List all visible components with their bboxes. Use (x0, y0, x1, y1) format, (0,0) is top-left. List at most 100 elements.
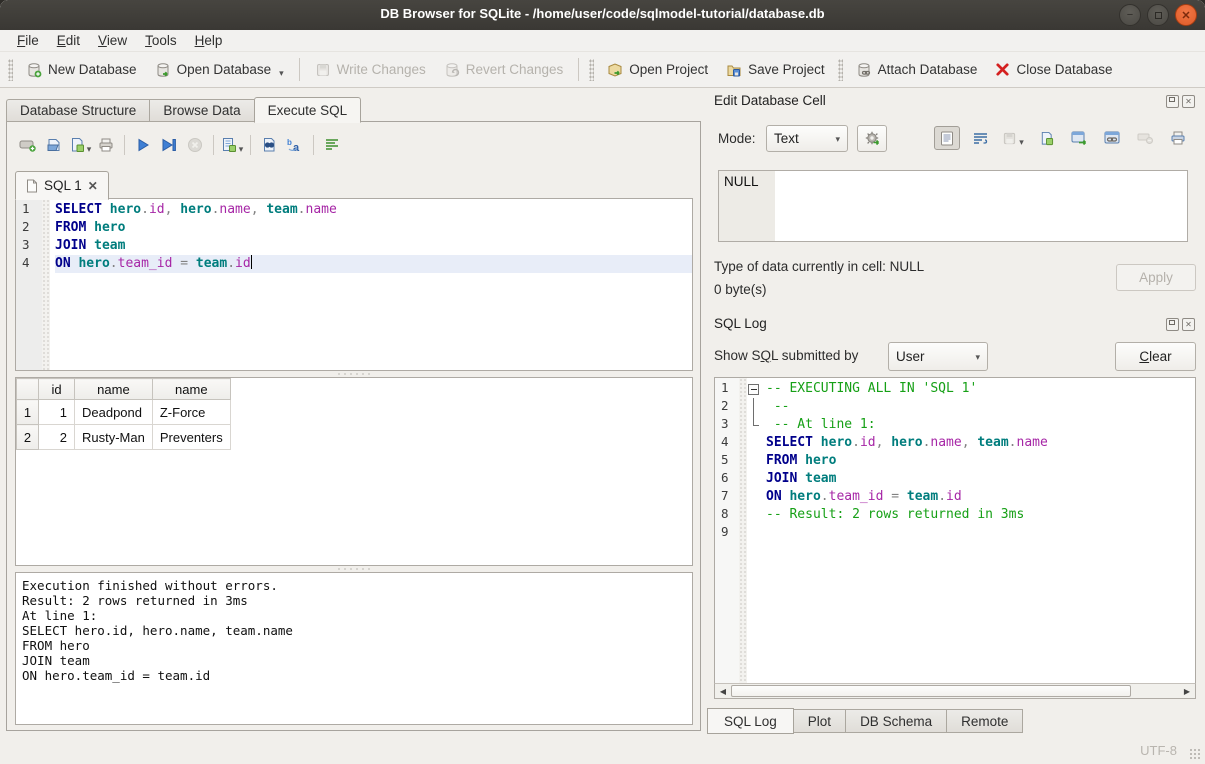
attach-database-button[interactable]: Attach Database (847, 58, 987, 82)
save-results-button[interactable]: ▾ (219, 133, 245, 157)
sql-log-filter-combobox[interactable]: User ▾ (888, 342, 988, 371)
open-database-dropdown-icon[interactable]: ▾ (279, 68, 284, 79)
find-button[interactable] (256, 133, 282, 157)
toolbar-grip[interactable] (838, 59, 843, 81)
tab-remote[interactable]: Remote (947, 709, 1023, 733)
open-database-button[interactable]: Open Database ▾ (146, 58, 293, 82)
menu-view[interactable]: View (89, 30, 136, 52)
word-wrap-button[interactable] (319, 133, 345, 157)
results-table[interactable]: idnamename11DeadpondZ-Force22Rusty-ManPr… (15, 377, 693, 566)
export-data-button[interactable] (1066, 126, 1092, 150)
minimize-icon: − (1127, 9, 1133, 21)
cell-value-editor[interactable]: NULL (718, 170, 1188, 242)
tab-execute-sql[interactable]: Execute SQL (254, 97, 362, 123)
tab-plot[interactable]: Plot (794, 709, 846, 733)
import-data-button[interactable] (1033, 126, 1059, 150)
log-fold-margin[interactable] (747, 378, 761, 697)
sql-editor[interactable]: 1234 SELECT hero.id, hero.name, team.nam… (15, 198, 693, 371)
float-panel-button[interactable] (1166, 318, 1179, 331)
log-line-numbers: 123456789 (715, 378, 739, 697)
save-project-button[interactable]: Save Project (717, 58, 834, 82)
close-icon: ✕ (1185, 320, 1192, 329)
scroll-left-arrow-icon[interactable]: ◀ (715, 684, 731, 698)
open-sql-file-button[interactable] (41, 133, 67, 157)
result-cell[interactable]: Preventers (152, 425, 230, 450)
close-panel-button[interactable]: ✕ (1182, 318, 1195, 331)
new-database-button[interactable]: New Database (17, 58, 146, 82)
close-button[interactable]: ✕ (1175, 4, 1197, 26)
print-icon (1170, 130, 1186, 146)
menu-help[interactable]: Help (186, 30, 232, 52)
toolbar-grip[interactable] (589, 59, 594, 81)
sql-log-dock-buttons: ✕ (1166, 318, 1195, 331)
svg-text:b: b (287, 138, 292, 147)
tab-database-structure[interactable]: Database Structure (6, 99, 149, 122)
print-sql-button[interactable] (93, 133, 119, 157)
result-cell[interactable]: 1 (39, 400, 75, 425)
tab-db-schema[interactable]: DB Schema (846, 709, 947, 733)
print-cell-button[interactable] (1165, 126, 1191, 150)
editor-fold-margin (42, 199, 50, 370)
cell-word-wrap-button[interactable] (967, 126, 993, 150)
resize-grip[interactable] (1189, 748, 1201, 760)
text-document-icon (940, 131, 954, 146)
chevron-down-icon: ▾ (975, 352, 980, 363)
sql-log-view[interactable]: 123456789 -- EXECUTING ALL IN 'SQL 1' --… (714, 377, 1196, 698)
new-sql-tab-button[interactable] (15, 133, 41, 157)
window-title: DB Browser for SQLite - /home/user/code/… (0, 6, 1205, 21)
menu-edit[interactable]: Edit (48, 30, 89, 52)
panel-splitter[interactable] (701, 92, 707, 734)
stop-icon (187, 137, 203, 153)
result-cell[interactable]: Deadpond (75, 400, 153, 425)
float-icon (1169, 320, 1175, 325)
result-cell[interactable]: Z-Force (152, 400, 230, 425)
close-sql-tab-icon[interactable]: ✕ (88, 179, 98, 193)
menu-tools[interactable]: Tools (136, 30, 186, 52)
close-database-icon (995, 62, 1010, 77)
maximize-button[interactable] (1147, 4, 1169, 26)
edit-cell-dock-buttons: ✕ (1166, 95, 1195, 108)
open-project-button[interactable]: Open Project (598, 58, 717, 82)
result-cell[interactable]: 2 (39, 425, 75, 450)
mode-combobox[interactable]: Text ▾ (766, 125, 848, 152)
open-project-icon (607, 62, 623, 78)
save-project-label: Save Project (748, 62, 825, 77)
result-cell[interactable]: Rusty-Man (75, 425, 153, 450)
tab-browse-data[interactable]: Browse Data (149, 99, 253, 122)
close-icon: ✕ (1181, 9, 1190, 22)
menu-file[interactable]: File (8, 30, 48, 52)
save-sql-file-button[interactable]: ▾ (67, 133, 93, 157)
float-panel-button[interactable] (1166, 95, 1179, 108)
sql-log-filter-value: User (896, 349, 925, 364)
cell-value-area[interactable] (775, 171, 1187, 241)
sql-editor-tab[interactable]: SQL 1 ✕ (15, 171, 109, 200)
scroll-right-arrow-icon[interactable]: ▶ (1179, 684, 1195, 698)
close-panel-button[interactable]: ✕ (1182, 95, 1195, 108)
scrollbar-thumb[interactable] (731, 685, 1131, 697)
auto-mode-button[interactable] (857, 125, 887, 152)
open-in-app-button[interactable] (1099, 126, 1125, 150)
main-tab-bar: Database Structure Browse Data Execute S… (6, 96, 361, 122)
encoding-indicator: UTF-8 (1140, 743, 1177, 758)
save-icon (1002, 131, 1017, 146)
close-database-button[interactable]: Close Database (986, 58, 1121, 81)
toolbar-grip[interactable] (8, 59, 13, 81)
close-database-label: Close Database (1016, 62, 1112, 77)
log-code-area[interactable]: -- EXECUTING ALL IN 'SQL 1' -- -- At lin… (761, 378, 1195, 697)
editor-code-area[interactable]: SELECT hero.id, hero.name, team.nameFROM… (50, 199, 692, 370)
revert-changes-icon (444, 62, 460, 78)
save-results-dropdown-icon[interactable]: ▾ (239, 144, 244, 155)
tab-sql-log[interactable]: SQL Log (707, 708, 794, 734)
dock-tab-bar: SQL Log Plot DB Schema Remote (707, 708, 1023, 734)
write-changes-icon (315, 62, 331, 78)
set-null-icon (1137, 132, 1153, 144)
execute-line-button[interactable] (156, 133, 182, 157)
minimize-button[interactable]: − (1119, 4, 1141, 26)
log-horizontal-scrollbar[interactable]: ◀ ▶ (714, 683, 1196, 699)
save-sql-dropdown-icon[interactable]: ▾ (87, 144, 92, 155)
format-sql-button[interactable]: b a (282, 133, 308, 157)
text-mode-button[interactable] (934, 126, 960, 150)
execute-all-button[interactable] (130, 133, 156, 157)
clear-log-button[interactable]: Clear (1115, 342, 1196, 371)
chevron-down-icon: ▾ (835, 134, 840, 145)
